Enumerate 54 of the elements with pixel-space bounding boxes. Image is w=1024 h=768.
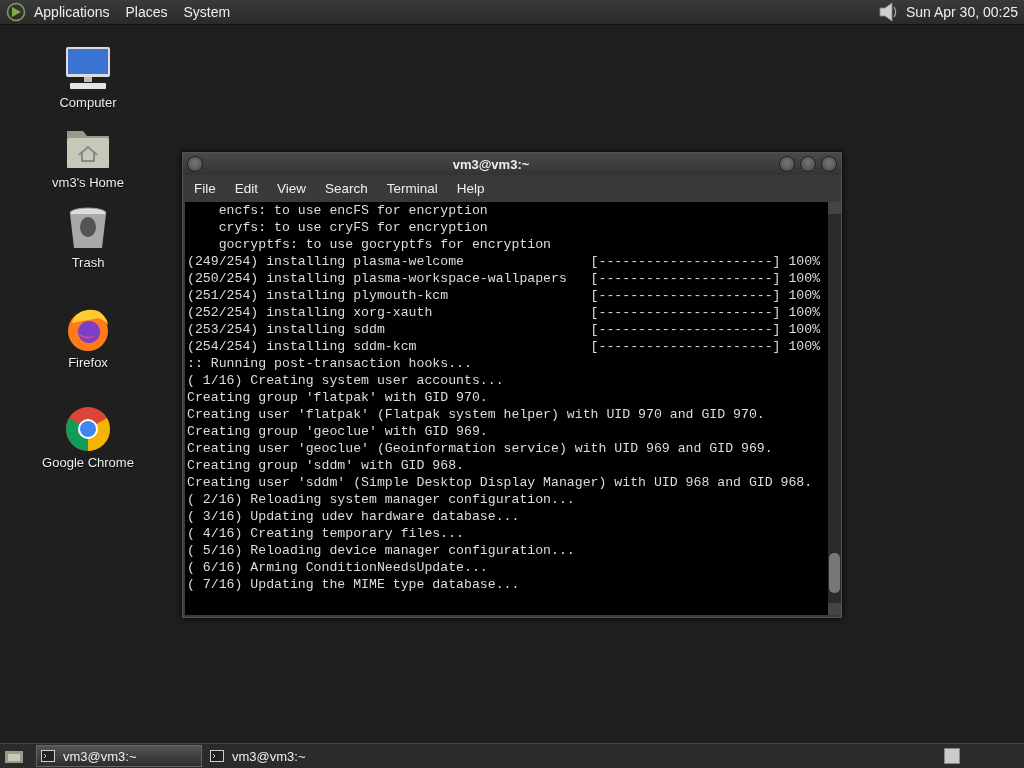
terminal-line: (254/254) installing sddm-kcm [----------------------] 100% <box>187 338 822 355</box>
panel-menu[interactable]: Places <box>125 4 168 20</box>
terminal-line: Creating user 'geoclue' (Geoinformation service) with UID 969 and GID 969. <box>187 440 774 457</box>
menu-item[interactable]: Edit <box>227 181 266 196</box>
panel-menu[interactable]: System <box>183 4 231 20</box>
maximize-button[interactable] <box>800 156 816 172</box>
window-menu-button[interactable] <box>187 156 203 172</box>
menu-item[interactable]: Search <box>318 181 375 196</box>
terminal-line: Creating group 'geoclue' with GID 969. <box>187 423 489 440</box>
show-desktop-icon[interactable] <box>4 748 24 764</box>
clock[interactable]: Sun Apr 30, 00:25 <box>905 4 1018 20</box>
window-title: vm3@vm3:~ <box>451 156 531 172</box>
desktop-icon-label[interactable]: Trash <box>71 255 105 270</box>
terminal-line: (250/254) installing plasma-workspace-wallpapers [----------------------] 100% <box>187 270 822 287</box>
desktop-icon-label[interactable]: Google Chrome <box>42 455 134 470</box>
terminal-line: gocryptfs: to use gocryptfs for encryption <box>217 236 553 253</box>
terminal-line: ( 5/16) Reloading device manager configuration... <box>187 542 576 559</box>
terminal-icon <box>41 750 55 762</box>
terminal-line: Creating group 'flatpak' with GID 970. <box>187 389 489 406</box>
terminal-line: cryfs: to use cryFS for encryption <box>217 219 489 236</box>
panel-menu[interactable]: Applications <box>34 4 110 20</box>
menu-item[interactable]: Help <box>449 181 492 196</box>
terminal-line: (249/254) installing plasma-welcome [----------------------] 100% <box>187 253 822 270</box>
terminal-line: Creating user 'sddm' (Simple Desktop Display Manager) with UID 968 and GID 968. <box>187 474 814 491</box>
terminal-line: ( 7/16) Updating the MIME type database... <box>187 576 521 593</box>
terminal-line: Creating user 'flatpak' (Flatpak system helper) with UID 970 and GID 970. <box>187 406 766 423</box>
terminal-line: Creating group 'sddm' with GID 968. <box>187 457 465 474</box>
terminal-line: ( 3/16) Updating udev hardware database... <box>187 508 521 525</box>
terminal-line: :: Running post-transaction hooks... <box>187 355 473 372</box>
desktop-icon-label[interactable]: Computer <box>59 95 117 110</box>
menu-item[interactable]: File <box>187 181 223 196</box>
chrome-icon[interactable] <box>64 405 112 453</box>
terminal-line: (253/254) installing sddm [----------------------] 100% <box>187 321 822 338</box>
terminal-line: (252/254) installing xorg-xauth [----------------------] 100% <box>187 304 822 321</box>
desktop-icon-label[interactable]: Firefox <box>68 355 108 370</box>
menu-item[interactable]: Terminal <box>379 181 445 196</box>
scrollbar[interactable] <box>828 202 841 615</box>
main-menu-icon[interactable] <box>6 2 26 22</box>
taskbar-button[interactable]: vm3@vm3:~ <box>206 746 370 766</box>
desktop-icon-label[interactable]: vm3's Home <box>52 175 124 190</box>
close-button[interactable] <box>821 156 837 172</box>
terminal-icon <box>210 750 224 762</box>
minimize-button[interactable] <box>779 156 795 172</box>
scroll-thumb[interactable] <box>829 553 840 593</box>
terminal-line: ( 1/16) Creating system user accounts... <box>187 372 505 389</box>
terminal-line: encfs: to use encFS for encryption <box>217 202 489 219</box>
terminal-line: (251/254) installing plymouth-kcm [----------------------] 100% <box>187 287 822 304</box>
speaker-icon[interactable] <box>877 1 898 23</box>
terminal-line: ( 6/16) Arming ConditionNeedsUpdate... <box>187 559 489 576</box>
taskbar-button[interactable]: vm3@vm3:~ <box>36 745 202 767</box>
menu-item[interactable]: View <box>270 181 314 196</box>
workspace-switcher[interactable] <box>944 748 960 764</box>
terminal-line: ( 4/16) Creating temporary files... <box>187 525 465 542</box>
terminal-line: ( 2/16) Reloading system manager configuration... <box>187 491 576 508</box>
